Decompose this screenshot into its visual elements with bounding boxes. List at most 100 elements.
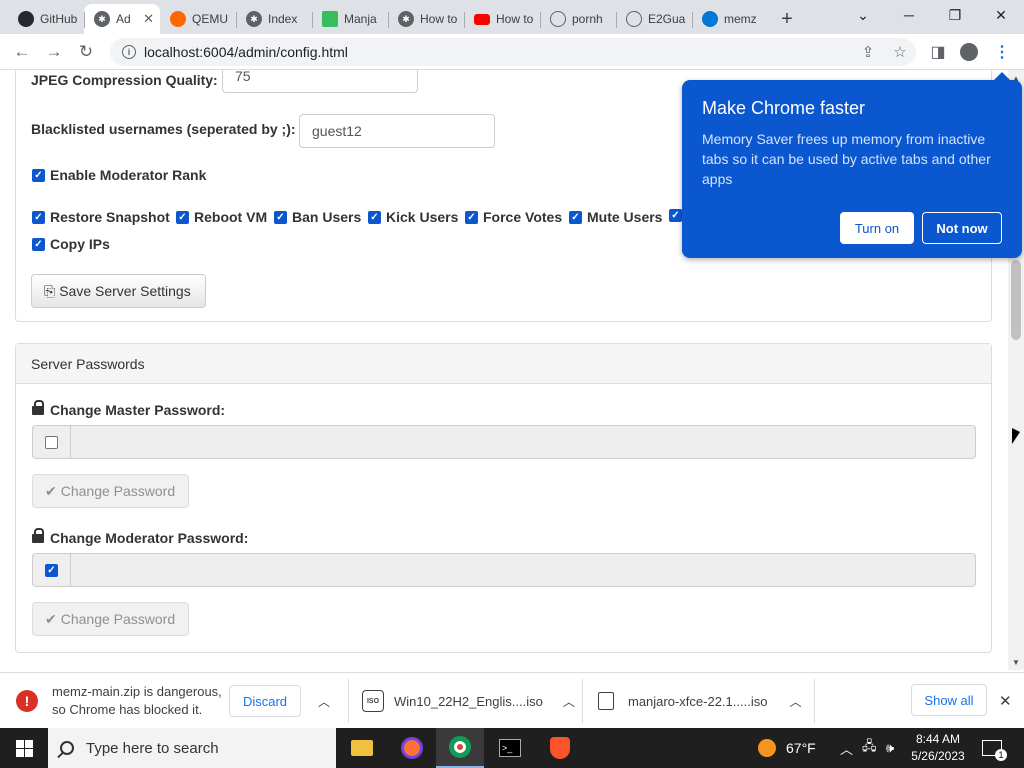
checkbox-checked-icon[interactable]: ✓: [32, 210, 45, 224]
download-name: Win10_22H2_Englis....iso: [394, 693, 543, 709]
start-button[interactable]: [0, 728, 48, 768]
notification-center-icon[interactable]: 1: [982, 728, 1007, 768]
checkbox-checked-icon[interactable]: ✓: [669, 209, 682, 222]
moderator-rank-label: Enable Moderator Rank: [50, 167, 207, 183]
tab-qemu[interactable]: QEMU: [160, 4, 236, 34]
firefox-icon[interactable]: [388, 728, 436, 768]
master-password-label-row: Change Master Password:: [32, 400, 226, 418]
perm-force-votes[interactable]: ✓ Force Votes: [465, 209, 562, 225]
tab-manjaro[interactable]: Manja: [312, 4, 388, 34]
show-all-button[interactable]: Show all: [911, 684, 987, 716]
file-explorer-icon[interactable]: [338, 728, 386, 768]
master-password-group: [32, 425, 976, 459]
moderator-rank-checkbox[interactable]: ✓ Enable Moderator Rank: [32, 167, 206, 183]
checkbox-checked-icon[interactable]: ✓: [45, 563, 58, 577]
tray-chevron-icon[interactable]: ︿: [840, 728, 853, 768]
minimize-button[interactable]: ─: [886, 0, 932, 30]
close-shelf-icon[interactable]: ✕: [999, 673, 1012, 729]
site-info-icon[interactable]: i: [122, 45, 136, 59]
url-text[interactable]: localhost:6004/admin/config.html: [144, 44, 852, 60]
search-icon: [60, 741, 74, 755]
tab-github[interactable]: GitHub: [8, 4, 84, 34]
save-server-settings-button[interactable]: ⎘ Save Server Settings: [31, 274, 206, 308]
terminal-icon[interactable]: >_: [486, 728, 534, 768]
perm-copy-ips[interactable]: ✓ Copy IPs: [32, 236, 110, 252]
master-password-input[interactable]: [70, 425, 976, 459]
master-password-label: Change Master Password:: [50, 402, 226, 418]
download-item-win10[interactable]: ISO Win10_22H2_Englis....iso ︿: [362, 673, 575, 729]
chevron-up-icon[interactable]: ︿: [789, 693, 801, 710]
change-master-password-button[interactable]: ✔ Change Password: [32, 474, 189, 508]
perm-kick-users[interactable]: ✓ Kick Users: [368, 209, 458, 225]
chrome-menu-icon[interactable]: ⋮: [990, 40, 1014, 64]
tab-memz[interactable]: memz: [692, 4, 768, 34]
not-now-button[interactable]: Not now: [922, 212, 1002, 244]
jpeg-quality-input[interactable]: 75: [222, 70, 418, 93]
download-name: manjaro-xfce-22.1.....iso: [628, 693, 768, 709]
forward-button[interactable]: →: [38, 36, 70, 68]
new-tab-button[interactable]: +: [772, 4, 802, 34]
checkbox-checked-icon[interactable]: ✓: [465, 210, 478, 224]
tab-search-chevron-icon[interactable]: ⌄: [840, 0, 886, 30]
restore-button[interactable]: ❐: [932, 0, 978, 30]
tab-title: QEMU: [192, 12, 228, 26]
checkbox-checked-icon[interactable]: ✓: [176, 210, 189, 224]
perm-restore-snapshot[interactable]: ✓ Restore Snapshot: [32, 209, 170, 225]
master-password-toggle[interactable]: [32, 425, 70, 459]
perm-label: Ban Users: [292, 209, 362, 225]
taskbar-search-box[interactable]: Type here to search: [48, 728, 336, 768]
chevron-up-icon[interactable]: ︿: [318, 693, 330, 710]
blacklist-input[interactable]: guest12: [299, 114, 495, 148]
checkbox-checked-icon[interactable]: ✓: [32, 168, 45, 182]
address-bar[interactable]: i localhost:6004/admin/config.html ⇪ ☆: [110, 38, 916, 66]
checkbox-checked-icon[interactable]: ✓: [368, 210, 381, 224]
side-panel-icon[interactable]: ◨: [926, 40, 950, 64]
tab-pornh[interactable]: pornh: [540, 4, 616, 34]
change-moderator-password-button[interactable]: ✔ Change Password: [32, 602, 189, 636]
perm-ban-users[interactable]: ✓ Ban Users: [274, 209, 361, 225]
globe-icon: [626, 11, 642, 27]
weather-widget[interactable]: 67°F: [758, 728, 816, 768]
scrollbar-thumb[interactable]: [1011, 260, 1021, 340]
bookmark-star-icon[interactable]: ☆: [884, 43, 916, 61]
brave-icon[interactable]: [536, 728, 584, 768]
close-window-button[interactable]: ✕: [978, 0, 1024, 30]
moderator-password-input[interactable]: [70, 553, 976, 587]
download-item-menu[interactable]: ︿: [318, 673, 330, 729]
close-tab-icon[interactable]: ✕: [143, 11, 154, 27]
divider: [582, 679, 583, 723]
change-password-label: Change Password: [60, 483, 176, 499]
divider: [814, 679, 815, 723]
checkbox-checked-icon[interactable]: ✓: [274, 210, 287, 224]
volume-icon[interactable]: 🕪: [886, 728, 894, 768]
share-icon[interactable]: ⇪: [852, 43, 884, 61]
profile-avatar-icon[interactable]: [957, 40, 981, 64]
perm-hidden-extra[interactable]: ✓: [669, 209, 682, 222]
system-clock[interactable]: 8:44 AM 5/26/2023: [906, 731, 970, 765]
perm-mute-users[interactable]: ✓ Mute Users: [569, 209, 662, 225]
checkbox-unchecked-icon[interactable]: [45, 435, 58, 449]
tab-e2gua[interactable]: E2Gua: [616, 4, 692, 34]
jpeg-quality-label: JPEG Compression Quality:: [31, 72, 218, 88]
moderator-password-toggle[interactable]: ✓: [32, 553, 70, 587]
tab-index[interactable]: ✱ Index: [236, 4, 312, 34]
tab-title: pornh: [572, 12, 603, 26]
chrome-icon[interactable]: [436, 728, 484, 768]
github-icon: [18, 11, 34, 27]
checkbox-checked-icon[interactable]: ✓: [32, 237, 45, 251]
back-button[interactable]: ←: [6, 36, 38, 68]
scroll-down-arrow-icon[interactable]: ▼: [1008, 654, 1024, 670]
turn-on-button[interactable]: Turn on: [840, 212, 914, 244]
tab-howto-2[interactable]: How to: [464, 4, 540, 34]
checkbox-checked-icon[interactable]: ✓: [569, 210, 582, 224]
download-item-manjaro[interactable]: manjaro-xfce-22.1.....iso ︿: [598, 673, 801, 729]
discard-button[interactable]: Discard: [229, 685, 301, 717]
reload-button[interactable]: ↻: [70, 36, 102, 68]
chevron-up-icon[interactable]: ︿: [563, 693, 575, 710]
perm-label: Kick Users: [386, 209, 459, 225]
perm-reboot-vm[interactable]: ✓ Reboot VM: [176, 209, 267, 225]
tab-howto-1[interactable]: ✱ How to: [388, 4, 464, 34]
network-icon[interactable]: 🖧: [862, 728, 877, 768]
checkmark-icon: ✔: [45, 610, 57, 627]
tab-admin[interactable]: ✱ Ad ✕: [84, 4, 160, 34]
